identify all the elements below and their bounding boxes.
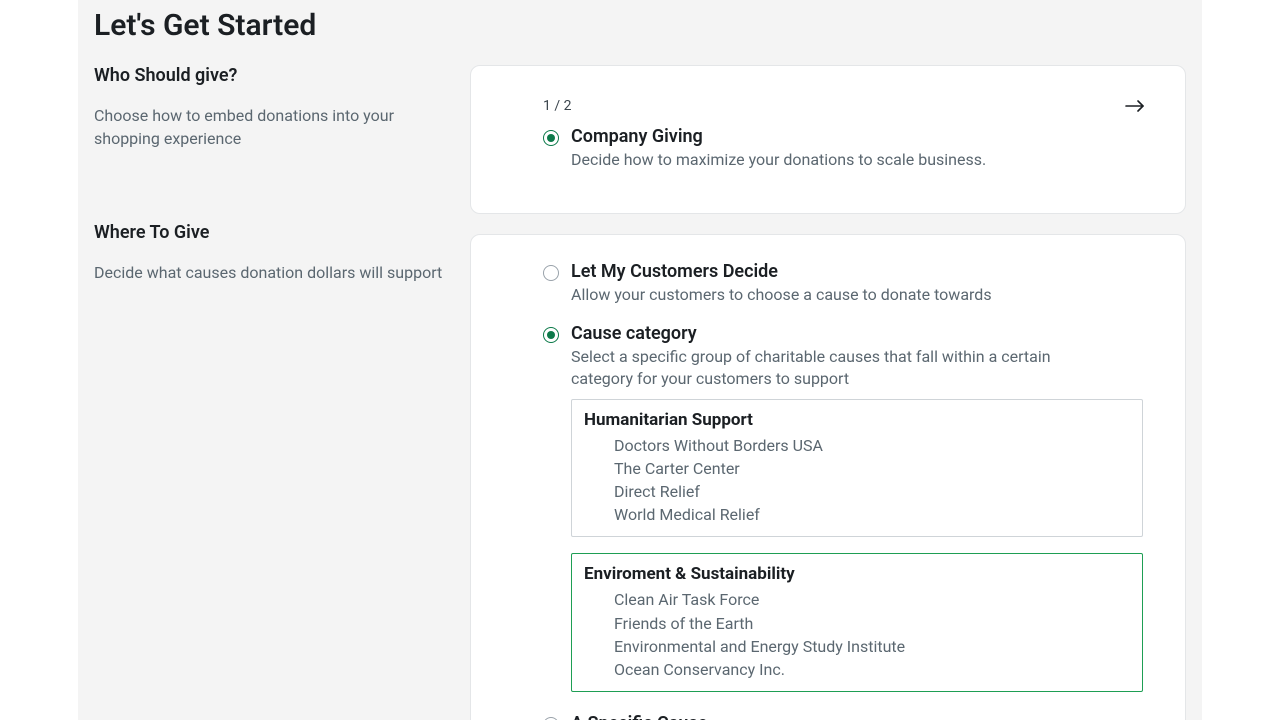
- cause-item: Friends of the Earth: [614, 612, 1130, 635]
- option-title: Cause category: [571, 323, 1111, 344]
- cause-humanitarian[interactable]: Humanitarian Support Doctors Without Bor…: [571, 399, 1143, 538]
- cause-category-list[interactable]: Humanitarian Support Doctors Without Bor…: [571, 399, 1149, 695]
- where-to-give-block: Where To Give Decide what causes donatio…: [94, 222, 454, 284]
- option-desc: Allow your customers to choose a cause t…: [571, 284, 992, 306]
- option-title: Let My Customers Decide: [571, 261, 992, 282]
- who-gives-card: 1 / 2 Company Giving Decide how to maxim…: [470, 65, 1186, 214]
- cause-item: The Carter Center: [614, 457, 1130, 480]
- who-desc: Choose how to embed donations into your …: [94, 104, 454, 150]
- where-to-give-card: Let My Customers Decide Allow your custo…: [470, 234, 1186, 720]
- cause-title: Humanitarian Support: [584, 410, 1130, 430]
- page-title: Let's Get Started: [94, 0, 1186, 65]
- cause-item: Doctors Without Borders USA: [614, 434, 1130, 457]
- option-specific-cause[interactable]: A Specific Cause Choose a specific chari…: [543, 713, 1149, 720]
- option-customers-decide[interactable]: Let My Customers Decide Allow your custo…: [543, 261, 1149, 306]
- step-counter: 1 / 2: [543, 98, 571, 114]
- cause-title: Enviroment & Sustainability: [584, 564, 1130, 584]
- left-column: Who Should give? Choose how to embed don…: [94, 65, 454, 720]
- cause-item: Direct Relief: [614, 480, 1130, 503]
- radio-customers-decide[interactable]: [543, 265, 559, 281]
- radio-company-giving[interactable]: [543, 130, 559, 146]
- cause-environment[interactable]: Enviroment & Sustainability Clean Air Ta…: [571, 553, 1143, 692]
- option-title: Company Giving: [571, 126, 986, 147]
- cause-item: Environmental and Energy Study Institute: [614, 635, 1130, 658]
- next-arrow-button[interactable]: [1121, 92, 1149, 120]
- radio-cause-category[interactable]: [543, 327, 559, 343]
- option-company-giving[interactable]: Company Giving Decide how to maximize yo…: [543, 126, 1149, 171]
- option-desc: Select a specific group of charitable ca…: [571, 346, 1111, 391]
- arrow-right-icon: [1125, 99, 1145, 113]
- cause-item: Ocean Conservancy Inc.: [614, 658, 1130, 681]
- who-should-give-block: Who Should give? Choose how to embed don…: [94, 65, 454, 150]
- option-desc: Decide how to maximize your donations to…: [571, 149, 986, 171]
- where-heading: Where To Give: [94, 222, 454, 243]
- cause-item: Clean Air Task Force: [614, 588, 1130, 611]
- cause-item: World Medical Relief: [614, 503, 1130, 526]
- option-title: A Specific Cause: [571, 713, 1034, 720]
- radio-specific-cause[interactable]: [543, 717, 559, 720]
- who-heading: Who Should give?: [94, 65, 454, 86]
- where-desc: Decide what causes donation dollars will…: [94, 261, 454, 284]
- option-cause-category[interactable]: Cause category Select a specific group o…: [543, 323, 1149, 391]
- right-column: 1 / 2 Company Giving Decide how to maxim…: [470, 65, 1186, 720]
